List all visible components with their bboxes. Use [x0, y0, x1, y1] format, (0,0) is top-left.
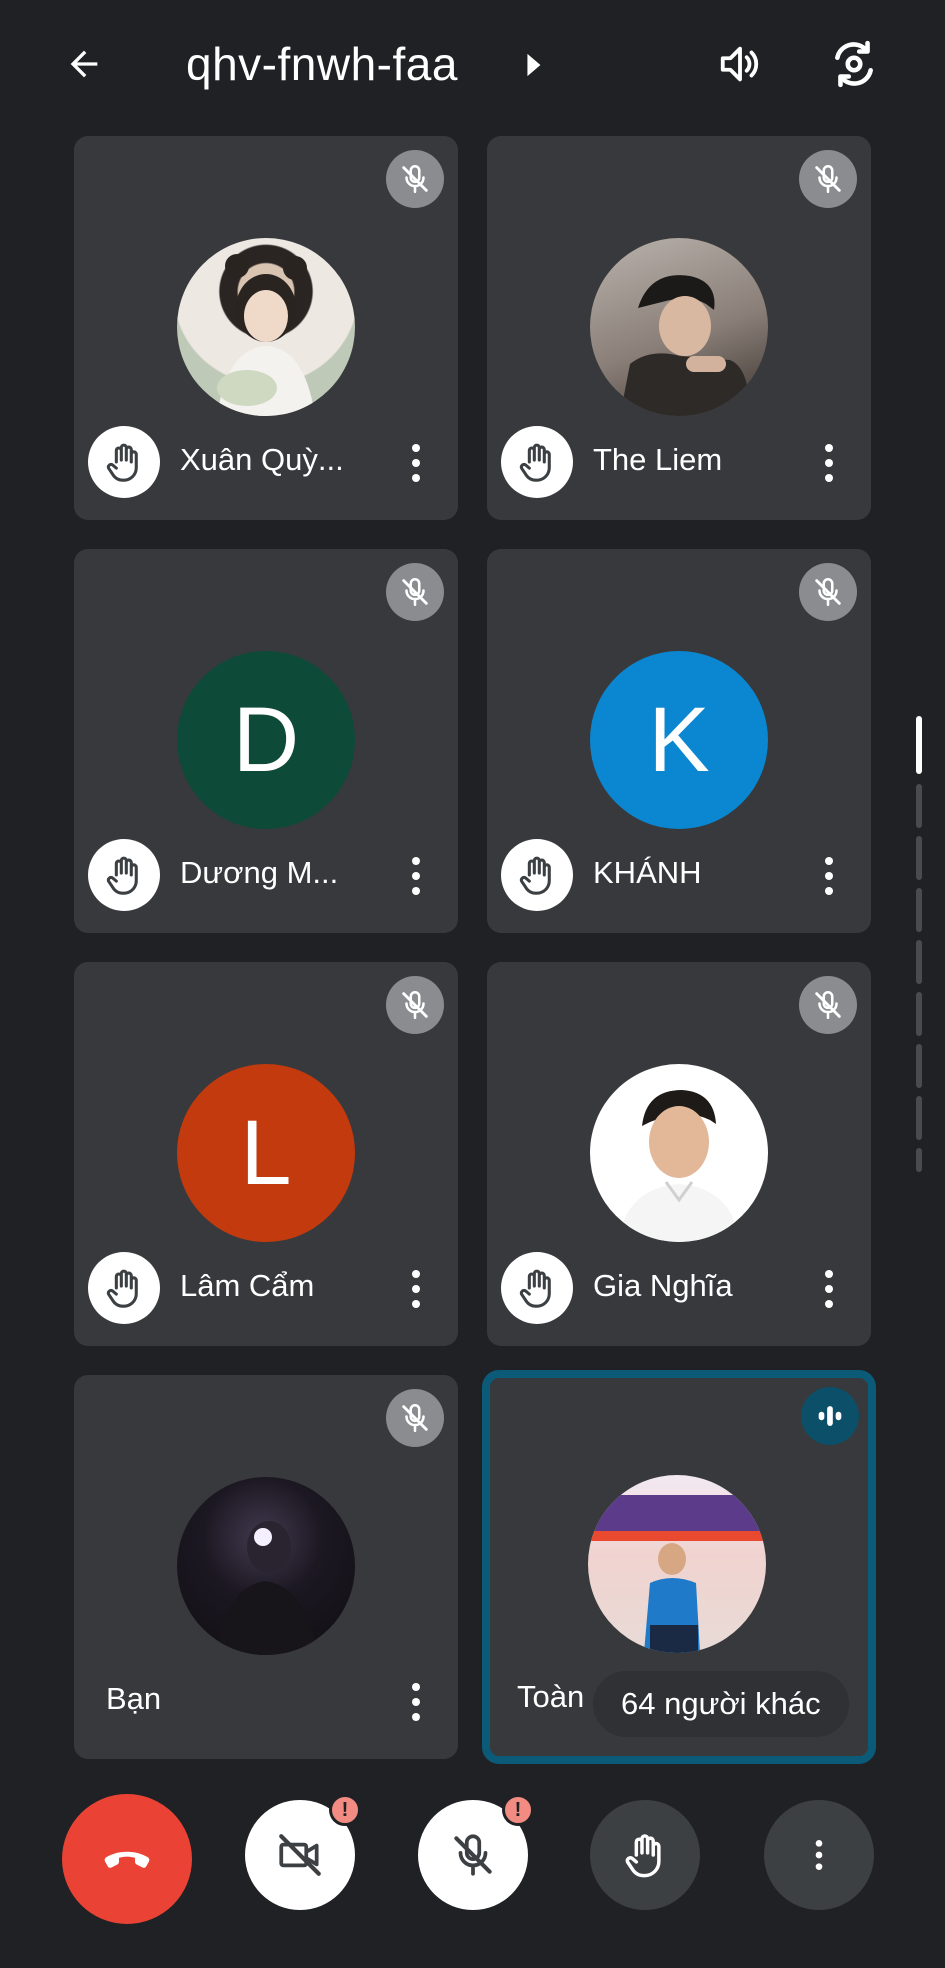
more-vert-icon	[815, 1840, 823, 1870]
camera-flip-button[interactable]	[824, 34, 884, 94]
participant-name: The Liem	[593, 442, 723, 477]
participant-tile[interactable]: K KHÁNH	[487, 549, 871, 933]
participant-avatar	[177, 1477, 355, 1655]
more-options-button[interactable]	[764, 1800, 874, 1910]
speaker-icon	[720, 46, 759, 82]
meet-call-screen: qhv-fnwh-faa Xuân Quỳ... The Liem D Dươn…	[0, 0, 945, 1968]
participant-name: Xuân Quỳ...	[180, 442, 344, 477]
speaker-button[interactable]	[712, 36, 768, 92]
call-controls: ! !	[0, 1794, 945, 1930]
raised-hand-badge	[501, 1252, 573, 1324]
phone-hangup-icon	[104, 1851, 150, 1868]
participant-avatar: K	[590, 651, 768, 829]
raise-hand-icon	[106, 856, 138, 895]
participant-tile[interactable]: The Liem	[487, 136, 871, 520]
participant-name: Bạn	[106, 1681, 162, 1716]
mic-muted-badge	[386, 563, 444, 621]
participant-tile[interactable]: L Lâm Cẩm	[74, 962, 458, 1346]
raised-hand-badge	[88, 1252, 160, 1324]
mic-off-icon	[402, 1403, 428, 1433]
raise-hand-icon	[106, 1269, 138, 1308]
audio-level-icon	[818, 1406, 842, 1426]
mic-muted-badge	[386, 976, 444, 1034]
camera-warning-badge: !	[329, 1794, 361, 1826]
active-speaker-tile[interactable]: Toàn 64 người khác	[482, 1370, 876, 1764]
mic-off-icon	[402, 577, 428, 607]
participant-name: Gia Nghĩa	[593, 1268, 733, 1303]
raised-hand-badge	[501, 426, 573, 498]
back-button[interactable]	[56, 36, 112, 92]
self-tile[interactable]: Bạn	[74, 1375, 458, 1759]
chevron-right-icon[interactable]	[522, 52, 544, 78]
more-options-button[interactable]	[817, 851, 841, 901]
raised-hand-badge	[501, 839, 573, 911]
speaking-indicator	[801, 1387, 859, 1445]
scroll-thumb[interactable]	[916, 716, 922, 774]
participant-name: Dương M...	[180, 855, 339, 890]
raised-hand-badge	[88, 839, 160, 911]
participant-avatar	[588, 1475, 766, 1653]
end-call-button[interactable]	[62, 1794, 192, 1924]
mic-warning-badge: !	[502, 1794, 534, 1826]
raise-hand-button[interactable]	[590, 1800, 700, 1910]
meeting-code[interactable]: qhv-fnwh-faa	[186, 34, 458, 94]
participant-avatar	[590, 1064, 768, 1242]
mic-off-icon	[402, 164, 428, 194]
raised-hand-badge	[88, 426, 160, 498]
raise-hand-icon	[519, 443, 551, 482]
arrow-left-icon	[70, 50, 98, 78]
camera-off-icon	[279, 1834, 321, 1876]
participant-tile[interactable]: Xuân Quỳ...	[74, 136, 458, 520]
participant-name: Toàn	[517, 1679, 585, 1714]
mic-off-icon	[402, 990, 428, 1020]
participant-name: Lâm Cẩm	[180, 1268, 315, 1303]
mic-muted-badge	[386, 150, 444, 208]
more-options-button[interactable]	[404, 851, 428, 901]
participant-avatar	[590, 238, 768, 416]
raise-hand-icon	[519, 856, 551, 895]
more-options-button[interactable]	[404, 438, 428, 488]
mic-muted-badge	[799, 150, 857, 208]
participant-tile[interactable]: D Dương M...	[74, 549, 458, 933]
mic-muted-badge	[386, 1389, 444, 1447]
camera-flip-icon	[835, 40, 873, 88]
more-options-button[interactable]	[404, 1677, 428, 1727]
more-options-button[interactable]	[817, 1264, 841, 1314]
participant-avatar: L	[177, 1064, 355, 1242]
participant-avatar: D	[177, 651, 355, 829]
participant-tile[interactable]: Gia Nghĩa	[487, 962, 871, 1346]
participant-avatar	[177, 238, 355, 416]
mic-muted-badge	[799, 976, 857, 1034]
mic-muted-badge	[799, 563, 857, 621]
mic-off-icon	[815, 577, 841, 607]
mic-off-icon	[815, 164, 841, 194]
scrollbar[interactable]	[916, 716, 922, 1196]
mic-off-icon	[454, 1834, 492, 1876]
top-bar: qhv-fnwh-faa	[0, 0, 945, 130]
raise-hand-icon	[625, 1834, 661, 1878]
other-participants-button[interactable]: 64 người khác	[593, 1671, 849, 1737]
participant-name: KHÁNH	[593, 855, 702, 890]
camera-toggle-button[interactable]: !	[245, 1794, 361, 1910]
mic-off-icon	[815, 990, 841, 1020]
mic-toggle-button[interactable]: !	[418, 1794, 534, 1910]
raise-hand-icon	[106, 443, 138, 482]
raise-hand-icon	[519, 1269, 551, 1308]
more-options-button[interactable]	[404, 1264, 428, 1314]
more-options-button[interactable]	[817, 438, 841, 488]
